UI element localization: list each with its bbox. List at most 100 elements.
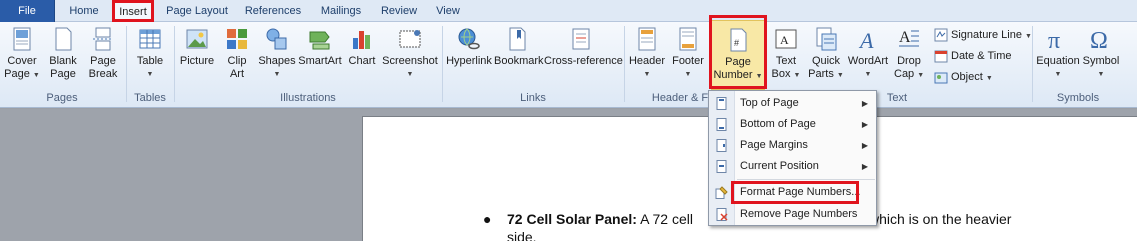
dropdown-caret-icon: ▼ (836, 72, 844, 79)
drop-cap-icon: A (899, 29, 919, 47)
page-top-icon (716, 97, 727, 110)
blank-page-button[interactable]: Blank Page (46, 26, 80, 81)
smartart-button[interactable]: SmartArt (298, 26, 342, 68)
smartart-icon (309, 31, 330, 50)
object-button[interactable]: Object ▼ (934, 68, 993, 86)
header-icon (638, 27, 656, 51)
text-box-icon: A (775, 29, 797, 49)
tab-page-layout[interactable]: Page Layout (162, 0, 232, 22)
omega-icon: Ω (1090, 28, 1108, 52)
group-separator (126, 26, 127, 102)
tab-mailings[interactable]: Mailings (314, 0, 368, 22)
dropdown-caret-icon: ▼ (273, 71, 281, 78)
symbol-button[interactable]: Ω Symbol ▼ (1082, 26, 1120, 81)
tab-view[interactable]: View (428, 0, 468, 22)
picture-icon (186, 29, 208, 49)
dropdown-caret-icon: ▼ (985, 75, 993, 82)
menu-item-page-margins[interactable]: Page Margins ▶ (709, 135, 876, 156)
menu-item-current-position[interactable]: Current Position ▶ (709, 156, 876, 177)
cover-page-icon (13, 27, 31, 51)
group-separator (442, 26, 443, 102)
cross-reference-button[interactable]: Cross-reference (544, 26, 623, 68)
cover-page-button[interactable]: Cover Page ▼ (4, 26, 40, 82)
footer-icon (679, 27, 697, 51)
blank-page-icon (55, 27, 72, 51)
menu-item-bottom-of-page[interactable]: Bottom of Page ▶ (709, 114, 876, 135)
svg-text:π: π (1048, 28, 1060, 52)
drop-cap-button[interactable]: A Drop Cap ▼ (894, 26, 924, 82)
submenu-arrow-icon: ▶ (861, 141, 868, 150)
group-label-header-footer: Header & F (651, 92, 709, 104)
screenshot-button[interactable]: Screenshot ▼ (382, 26, 438, 81)
bookmark-icon (509, 27, 526, 51)
shapes-button[interactable]: Shapes ▼ (258, 26, 296, 81)
dropdown-caret-icon: ▼ (1025, 33, 1032, 40)
svg-text:Ω: Ω (1090, 28, 1108, 52)
group-separator (174, 26, 175, 102)
dropdown-caret-icon: ▼ (864, 71, 872, 78)
group-label-illustrations: Illustrations (280, 92, 336, 104)
highlight-insert-tab (112, 0, 154, 22)
screenshot-icon (399, 30, 421, 48)
signature-line-icon (934, 28, 948, 42)
calendar-icon (934, 50, 948, 63)
current-position-icon (716, 160, 727, 173)
insert-ribbon: Cover Page ▼ Blank Page Page Break Pages… (0, 20, 1137, 108)
clip-art-icon (227, 29, 247, 49)
svg-text:A: A (780, 33, 789, 47)
page-number-menu: Top of Page ▶ Bottom of Page ▶ Page Marg… (708, 90, 877, 226)
quick-parts-button[interactable]: Quick Parts ▼ (808, 26, 844, 82)
ribbon-tab-bar: File Home Insert Page Layout References … (0, 0, 1137, 23)
tab-review[interactable]: Review (376, 0, 422, 22)
chart-icon (353, 31, 370, 49)
group-label-pages: Pages (46, 92, 78, 104)
dropdown-caret-icon: ▼ (32, 72, 40, 79)
submenu-arrow-icon: ▶ (861, 99, 868, 108)
equation-button[interactable]: π Equation ▼ (1036, 26, 1080, 81)
dropdown-caret-icon: ▼ (684, 71, 692, 78)
table-button[interactable]: Table ▼ (132, 26, 168, 81)
hyperlink-icon (458, 28, 480, 50)
page-margins-icon (716, 139, 727, 152)
chart-button[interactable]: Chart (346, 26, 378, 68)
dropdown-caret-icon: ▼ (406, 71, 414, 78)
tab-references[interactable]: References (240, 0, 306, 22)
shapes-icon (266, 28, 287, 50)
header-button[interactable]: Header ▼ (628, 26, 666, 81)
text-box-button[interactable]: A Text Box ▼ (770, 26, 802, 82)
group-label-symbols: Symbols (1056, 92, 1100, 104)
clip-art-button[interactable]: Clip Art (222, 26, 252, 81)
svg-text:A: A (899, 29, 911, 46)
table-icon (139, 29, 161, 49)
picture-button[interactable]: Picture (179, 26, 215, 68)
wordart-icon: A (858, 28, 874, 52)
dropdown-caret-icon: ▼ (146, 71, 154, 78)
tab-home[interactable]: Home (60, 0, 108, 22)
pi-icon: π (1048, 28, 1060, 52)
wordart-button[interactable]: A WordArt ▼ (846, 26, 890, 81)
submenu-arrow-icon: ▶ (861, 120, 868, 129)
group-label-tables: Tables (134, 92, 166, 104)
cross-reference-icon (572, 28, 590, 50)
date-time-button[interactable]: Date & Time (934, 47, 1012, 65)
page-break-button[interactable]: Page Break (86, 26, 120, 81)
menu-separator (737, 179, 875, 180)
highlight-format-page-numbers (731, 181, 859, 204)
signature-line-button[interactable]: Signature Line ▼ (934, 26, 1032, 44)
dropdown-caret-icon: ▼ (643, 71, 651, 78)
tab-file[interactable]: File (0, 0, 55, 22)
group-separator (624, 26, 625, 102)
object-icon (934, 72, 948, 84)
group-separator (1032, 26, 1033, 102)
dropdown-caret-icon: ▼ (1097, 71, 1105, 78)
menu-item-top-of-page[interactable]: Top of Page ▶ (709, 93, 876, 114)
bookmark-button[interactable]: Bookmark (494, 26, 544, 68)
menu-item-remove-page-numbers[interactable]: Remove Page Numbers (709, 204, 876, 225)
bullet-icon: ● (483, 211, 492, 227)
hyperlink-button[interactable]: Hyperlink (446, 26, 492, 68)
dropdown-caret-icon: ▼ (1054, 71, 1062, 78)
highlight-page-number-button (709, 15, 767, 89)
dropdown-caret-icon: ▼ (793, 72, 801, 79)
quick-parts-icon (816, 27, 837, 51)
footer-button[interactable]: Footer ▼ (670, 26, 706, 81)
